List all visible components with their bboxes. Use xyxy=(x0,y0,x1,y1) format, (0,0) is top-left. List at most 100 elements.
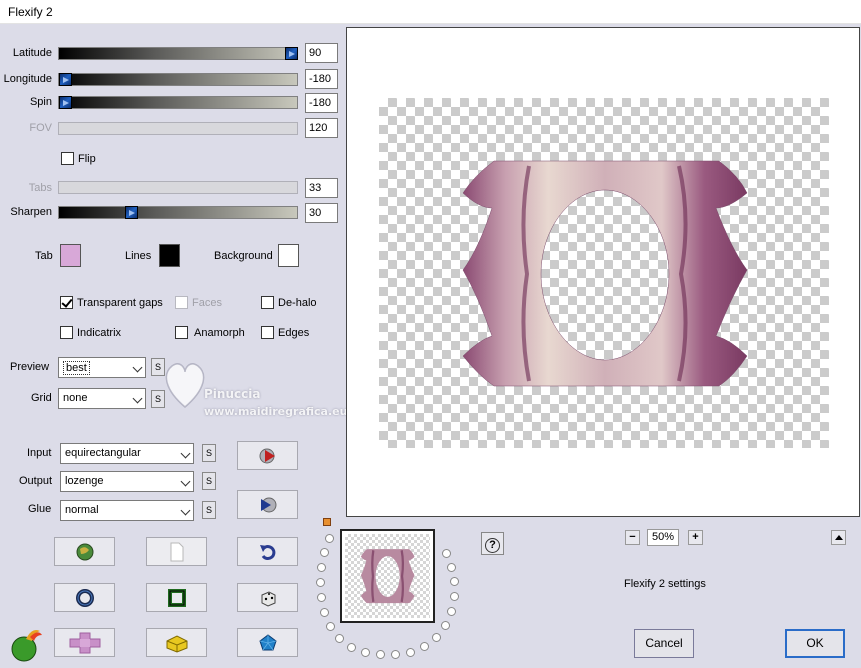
help-button[interactable]: ? xyxy=(481,532,504,555)
spin-value[interactable]: -180 xyxy=(305,93,338,113)
transparency-checkerboard xyxy=(379,98,829,448)
de-halo-label: De-halo xyxy=(278,297,317,309)
cross-shape-button[interactable] xyxy=(54,628,115,657)
ring-dot[interactable] xyxy=(450,577,459,586)
ring-dot[interactable] xyxy=(450,592,459,601)
cube-button[interactable] xyxy=(146,628,207,657)
longitude-value[interactable]: -180 xyxy=(305,69,338,89)
faces-checkbox xyxy=(175,296,188,309)
input-select[interactable]: equirectangular xyxy=(60,443,194,464)
ring-dot[interactable] xyxy=(447,607,456,616)
ring-button[interactable] xyxy=(54,583,115,612)
background-color-swatch[interactable] xyxy=(278,244,299,267)
pentagon-button[interactable] xyxy=(237,628,298,657)
fov-slider xyxy=(58,122,298,135)
render-back-button[interactable] xyxy=(237,490,298,519)
flaming-pear-logo[interactable] xyxy=(8,625,44,663)
ring-dot[interactable] xyxy=(326,622,335,631)
ring-dot[interactable] xyxy=(335,634,344,643)
preview-thumbnail[interactable] xyxy=(340,529,435,623)
lines-color-label: Lines xyxy=(125,250,152,262)
ring-dot[interactable] xyxy=(316,578,325,587)
indicatrix-checkbox[interactable] xyxy=(60,326,73,339)
longitude-label: Longitude xyxy=(3,73,52,85)
tabs-slider xyxy=(58,181,298,194)
ring-dot[interactable] xyxy=(420,642,429,651)
output-s-button[interactable]: S xyxy=(202,472,216,490)
render-back-icon xyxy=(260,497,276,512)
undo-button[interactable] xyxy=(237,537,298,566)
sharpen-value[interactable]: 30 xyxy=(305,203,338,223)
chevron-down-icon xyxy=(132,362,143,373)
cube-icon xyxy=(166,634,187,653)
globe-button[interactable] xyxy=(54,537,115,566)
square-frame-button[interactable] xyxy=(146,583,207,612)
dialog-body: Latitude 90 Longitude -180 Spin -180 FOV… xyxy=(0,24,861,668)
latitude-slider-thumb[interactable] xyxy=(285,47,298,60)
anamorph-checkbox[interactable] xyxy=(175,326,188,339)
chevron-down-icon xyxy=(180,505,191,516)
watermark-logo xyxy=(160,352,210,412)
input-select-value: equirectangular xyxy=(65,447,141,459)
pentagon-icon xyxy=(258,633,277,650)
input-s-button[interactable]: S xyxy=(202,444,216,462)
spin-slider-thumb[interactable] xyxy=(59,96,72,109)
sharpen-slider-thumb[interactable] xyxy=(125,206,138,219)
glue-select[interactable]: normal xyxy=(60,500,194,521)
longitude-slider-thumb[interactable] xyxy=(59,73,72,86)
input-label: Input xyxy=(27,447,52,459)
render-forward-button[interactable] xyxy=(237,441,298,470)
output-select[interactable]: lozenge xyxy=(60,471,194,492)
ring-dot[interactable] xyxy=(376,650,385,659)
preview-select[interactable]: best xyxy=(58,357,146,378)
ring-dot[interactable] xyxy=(441,621,450,630)
window-title: Flexify 2 xyxy=(8,5,53,19)
tab-color-swatch[interactable] xyxy=(60,244,81,267)
thumbnail-handle[interactable] xyxy=(323,518,331,526)
ring-dot[interactable] xyxy=(447,563,456,572)
zoom-out-button[interactable]: − xyxy=(625,530,640,545)
ring-dot[interactable] xyxy=(317,563,326,572)
cross-shape-icon xyxy=(69,632,100,653)
ring-icon xyxy=(75,588,94,607)
cancel-button[interactable]: Cancel xyxy=(634,629,694,658)
tabs-value: 33 xyxy=(305,178,338,198)
new-page-button[interactable] xyxy=(146,537,207,566)
undo-icon xyxy=(259,544,275,560)
ring-dot[interactable] xyxy=(320,608,329,617)
ring-dot[interactable] xyxy=(432,633,441,642)
ring-dot[interactable] xyxy=(325,534,334,543)
grid-select[interactable]: none xyxy=(58,388,146,409)
longitude-slider[interactable] xyxy=(58,73,298,86)
ring-dot[interactable] xyxy=(442,549,451,558)
tabs-label: Tabs xyxy=(28,182,52,194)
sharpen-label: Sharpen xyxy=(10,206,52,218)
preview-canvas[interactable] xyxy=(346,27,860,517)
latitude-slider[interactable] xyxy=(58,47,298,60)
glue-s-button[interactable]: S xyxy=(202,501,216,519)
dice-button[interactable] xyxy=(237,583,298,612)
ring-dot[interactable] xyxy=(406,648,415,657)
ring-dot[interactable] xyxy=(317,593,326,602)
sharpen-slider[interactable] xyxy=(58,206,298,219)
chevron-down-icon xyxy=(180,448,191,459)
settings-label: Flexify 2 settings xyxy=(624,578,706,590)
ring-dot[interactable] xyxy=(361,648,370,657)
watermark-url: www.maidiregrafica.eu xyxy=(204,405,348,418)
lines-color-swatch[interactable] xyxy=(159,244,180,267)
ring-dot[interactable] xyxy=(391,650,400,659)
ring-dot[interactable] xyxy=(347,643,356,652)
ok-button[interactable]: OK xyxy=(785,629,845,658)
de-halo-checkbox[interactable] xyxy=(261,296,274,309)
latitude-value[interactable]: 90 xyxy=(305,43,338,63)
spin-slider[interactable] xyxy=(58,96,298,109)
edges-label: Edges xyxy=(278,327,310,339)
title-bar: Flexify 2 xyxy=(0,0,861,24)
ring-dot[interactable] xyxy=(320,548,329,557)
edges-checkbox[interactable] xyxy=(261,326,274,339)
flip-checkbox[interactable] xyxy=(61,152,74,165)
indicatrix-label: Indicatrix xyxy=(77,327,122,339)
collapse-button[interactable] xyxy=(831,530,846,545)
zoom-in-button[interactable]: + xyxy=(688,530,703,545)
transparent-gaps-checkbox[interactable] xyxy=(60,296,73,309)
